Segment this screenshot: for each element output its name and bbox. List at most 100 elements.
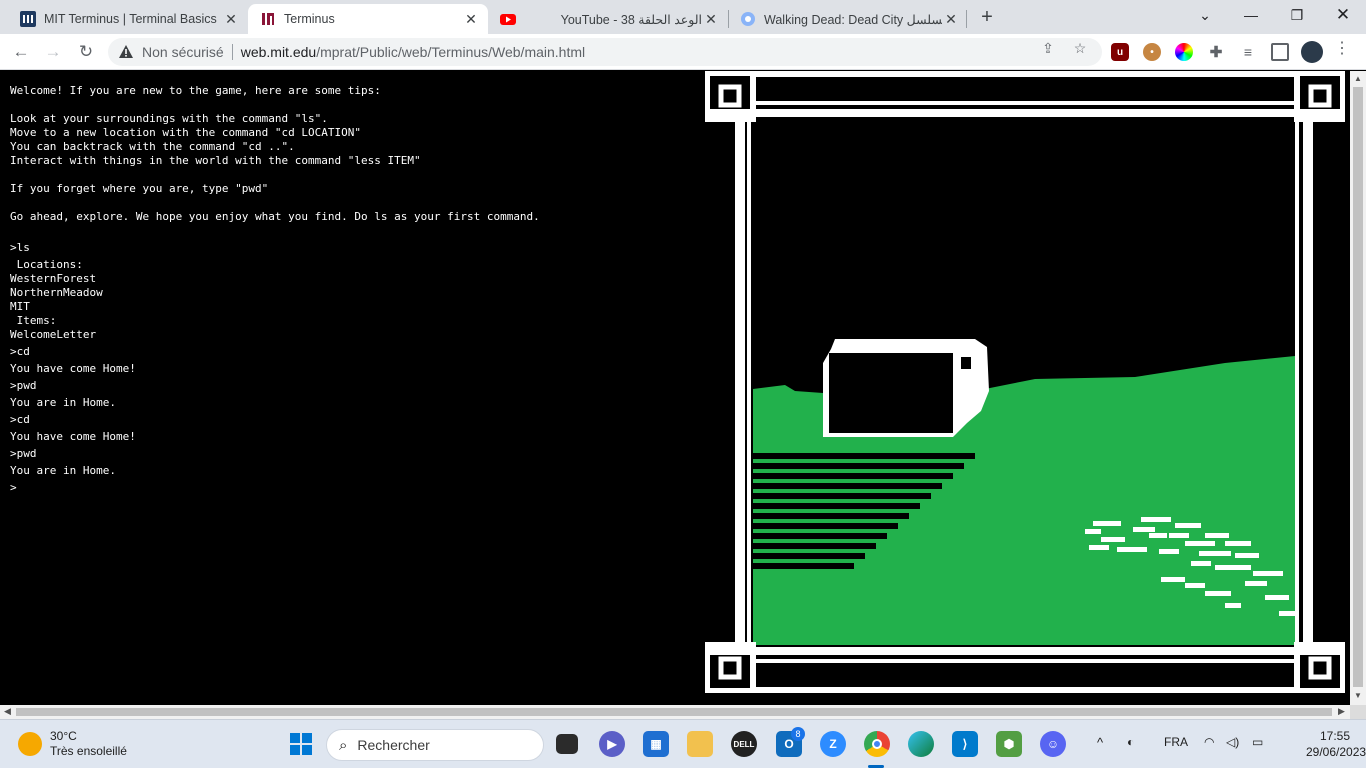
youtube-favicon (500, 11, 516, 27)
horizontal-scrollbar[interactable]: ◀ ▶ (0, 705, 1350, 719)
close-window-button[interactable]: ✕ (1320, 0, 1366, 30)
playlist-icon[interactable]: ≡ (1239, 43, 1257, 61)
globe-favicon (740, 11, 756, 27)
system-clock[interactable]: 17:55 29/06/2023 (1306, 728, 1366, 760)
close-tab-icon[interactable]: ✕ (942, 10, 960, 28)
forward-button[interactable]: → (40, 39, 66, 65)
clock-time: 17:55 (1319, 729, 1350, 743)
terminal-output-line: WelcomeLetter (10, 328, 97, 341)
terminal-command-line: >pwd (10, 379, 37, 392)
terminal-output-line: You have come Home! (10, 430, 136, 443)
terminal-intro-line (10, 98, 700, 112)
dell-icon[interactable]: DELL (731, 731, 757, 757)
terminal-intro-line: You can backtrack with the command "cd .… (10, 140, 295, 153)
terminal-intro-line: Go ahead, explore. We hope you enjoy wha… (10, 210, 540, 223)
terminal-output-line: MIT (10, 300, 30, 313)
tab-mit-terminus-basics[interactable]: MIT Terminus | Terminal Basics ✕ (8, 4, 248, 34)
terminal-output-line: You are in Home. (10, 464, 116, 477)
menu-kebab-icon[interactable]: ⋮ (1334, 40, 1350, 57)
vertical-scrollbar[interactable]: ▲ ▼ (1350, 71, 1366, 705)
close-tab-icon[interactable]: ✕ (702, 10, 720, 28)
tab-youtube[interactable]: YouTube - 38 الوعد الحلقة ✕ (488, 4, 728, 34)
tab-terminus[interactable]: Terminus ✕ (248, 4, 488, 34)
chrome-icon[interactable] (864, 731, 890, 757)
volume-icon[interactable]: ◁) (1226, 735, 1239, 749)
network-info-icon[interactable]: ◐ (1127, 735, 1134, 749)
terminal-prompt: > (10, 481, 17, 494)
game-scene-image (705, 71, 1345, 693)
tab-title: Terminus (284, 12, 335, 26)
scrollbar-thumb[interactable] (1353, 87, 1363, 687)
discord-icon[interactable]: ☺ (1040, 731, 1066, 757)
store-icon[interactable]: ▦ (643, 731, 669, 757)
task-view-icon[interactable] (556, 734, 578, 754)
tab-title: Walking Dead: Dead City مسلسل (764, 12, 942, 27)
language-indicator[interactable]: FRA (1164, 735, 1188, 749)
mit-favicon (20, 11, 36, 27)
notification-badge: 8 (791, 727, 805, 741)
address-bar[interactable]: Non sécurisé web.mit.edu /mprat/Public/w… (108, 38, 1102, 66)
windows-start-icon[interactable] (288, 731, 314, 757)
restore-button[interactable]: ❐ (1274, 0, 1320, 30)
scroll-left-arrow-icon[interactable]: ◀ (4, 706, 11, 717)
weather-widget[interactable]: 30°C Très ensoleillé (18, 729, 127, 759)
mit-favicon (260, 11, 276, 27)
edge-icon[interactable] (908, 731, 934, 757)
scroll-right-arrow-icon[interactable]: ▶ (1338, 706, 1345, 717)
security-label: Non sécurisé (142, 44, 224, 60)
reload-button[interactable]: ↻ (73, 39, 99, 65)
battery-icon[interactable]: ▭ (1252, 735, 1263, 749)
terminal-intro-line: Look at your surroundings with the comma… (10, 112, 328, 125)
terminal-command-line: >ls (10, 241, 30, 254)
terminal-intro-line (10, 168, 700, 182)
terminal-output[interactable]: Welcome! If you are new to the game, her… (10, 84, 700, 495)
terminal-intro-line (10, 196, 700, 210)
url-path: /mprat/Public/web/Terminus/Web/main.html (316, 44, 586, 60)
chevron-down-icon[interactable]: ⌄ (1182, 0, 1228, 30)
sidebar-icon[interactable] (1271, 43, 1289, 61)
terminal-spacer (10, 224, 700, 238)
tab-separator (966, 10, 967, 28)
close-tab-icon[interactable]: ✕ (462, 10, 480, 28)
nodejs-icon[interactable]: ⬢ (996, 731, 1022, 757)
ublock-icon[interactable]: u (1111, 43, 1129, 61)
weather-description: Très ensoleillé (50, 744, 127, 758)
minimize-button[interactable]: — (1228, 0, 1274, 30)
zoom-icon[interactable]: Z (820, 731, 846, 757)
tab-walking-dead[interactable]: Walking Dead: Dead City مسلسل ✕ (728, 4, 968, 34)
weather-temperature: 30°C (50, 729, 77, 743)
browser-toolbar: ← → ↻ Non sécurisé web.mit.edu /mprat/Pu… (0, 34, 1366, 70)
cookie-icon[interactable]: • (1143, 43, 1161, 61)
chevron-up-icon[interactable]: ^ (1097, 735, 1103, 750)
warning-icon[interactable] (118, 44, 134, 60)
wifi-icon[interactable]: ◠ (1204, 735, 1214, 749)
puzzle-icon[interactable]: ✚ (1207, 43, 1225, 61)
scrollbar-corner (1350, 705, 1366, 719)
back-button[interactable]: ← (8, 39, 34, 65)
terminal-intro-line: If you forget where you are, type "pwd" (10, 182, 269, 195)
terminal-output-line: NorthernMeadow (10, 286, 103, 299)
scroll-down-arrow-icon[interactable]: ▼ (1354, 691, 1362, 700)
vscode-icon[interactable]: ⟩ (952, 731, 978, 757)
search-icon: ⌕ (339, 736, 348, 754)
profile-avatar[interactable] (1301, 41, 1323, 63)
terminal-output-line: You are in Home. (10, 396, 116, 409)
tab-title: MIT Terminus | Terminal Basics (44, 12, 217, 26)
taskbar-search[interactable]: ⌕ Rechercher (326, 729, 544, 761)
scrollbar-thumb[interactable] (16, 708, 1332, 716)
new-tab-button[interactable]: + (976, 7, 998, 29)
clock-date: 29/06/2023 (1306, 745, 1366, 759)
bookmark-star-icon[interactable]: ☆ (1072, 40, 1088, 56)
color-picker-icon[interactable] (1175, 43, 1193, 61)
share-icon[interactable]: ⇪ (1040, 40, 1056, 56)
file-explorer-icon[interactable] (687, 731, 713, 757)
terminal-command-line: >cd (10, 345, 30, 358)
terminal-intro-line: Interact with things in the world with t… (10, 154, 421, 167)
terminal-intro-line: Move to a new location with the command … (10, 126, 361, 139)
scroll-up-arrow-icon[interactable]: ▲ (1354, 74, 1362, 83)
terminal-output-line: You have come Home! (10, 362, 136, 375)
terminal-output-line: Items: (10, 314, 57, 327)
close-tab-icon[interactable]: ✕ (222, 10, 240, 28)
sun-icon (18, 732, 42, 756)
meet-icon[interactable]: ▶ (599, 731, 625, 757)
